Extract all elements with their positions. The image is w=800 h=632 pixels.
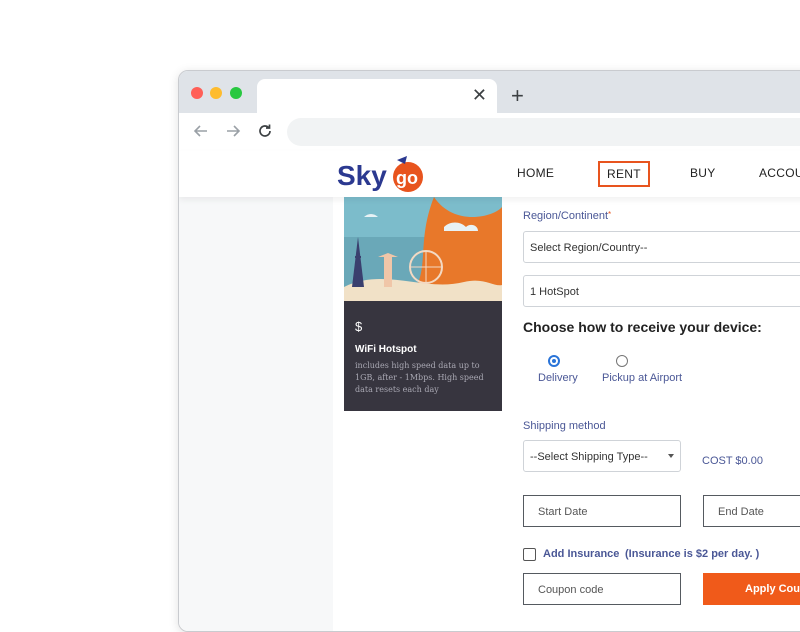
logo-sky-text: Sky [337, 160, 387, 191]
region-select-value: Select Region/Country-- [530, 242, 648, 254]
insurance-checkbox[interactable] [523, 548, 536, 561]
shipping-method-label: Shipping method [523, 420, 606, 432]
hotspot-quantity-value: 1 HotSpot [530, 286, 579, 298]
region-select[interactable]: Select Region/Country-- [523, 231, 800, 263]
reload-icon[interactable] [255, 121, 275, 141]
start-date-placeholder: Start Date [538, 506, 588, 518]
shipping-type-select[interactable]: --Select Shipping Type-- [523, 440, 681, 472]
site-header: Sky go HOME RENT BUY ACCOUNT [179, 151, 800, 197]
cost-display: COST $0.00 [702, 455, 763, 467]
browser-toolbar [179, 113, 800, 152]
required-mark: * [608, 210, 612, 219]
travel-landmarks-image [344, 197, 502, 301]
hotspot-quantity-field[interactable]: 1 HotSpot [523, 275, 800, 307]
delivery-radio[interactable] [548, 355, 560, 367]
card-price: $ [355, 319, 363, 334]
product-card: $ WiFi Hotspot includes high speed data … [344, 197, 502, 411]
end-date-input[interactable]: End Date [703, 495, 800, 527]
nav-rent[interactable]: RENT [598, 161, 650, 187]
nav-account[interactable]: ACCOUNT [759, 166, 800, 180]
delivery-option-label[interactable]: Delivery [538, 372, 578, 384]
close-tab-icon[interactable]: ✕ [472, 85, 487, 105]
shipping-type-value: --Select Shipping Type-- [530, 451, 648, 463]
coupon-code-input[interactable]: Coupon code [523, 573, 681, 605]
browser-tab[interactable]: ✕ [257, 79, 497, 113]
receive-method-heading: Choose how to receive your device: [523, 319, 762, 335]
minimize-window-dot[interactable] [210, 87, 222, 99]
new-tab-icon[interactable]: + [511, 85, 524, 107]
forward-arrow-icon[interactable] [223, 121, 243, 141]
pickup-option-label[interactable]: Pickup at Airport [602, 372, 682, 384]
browser-window: ✕ + Sky go HOME RENT BUY ACCOUNT [178, 70, 800, 632]
content-panel: $ WiFi Hotspot includes high speed data … [333, 197, 800, 631]
dropdown-caret-icon [668, 454, 674, 458]
insurance-note: (Insurance is $2 per day. ) [625, 548, 760, 560]
back-arrow-icon[interactable] [191, 121, 211, 141]
nav-home[interactable]: HOME [517, 166, 554, 180]
skygo-logo[interactable]: Sky go [335, 151, 431, 197]
page-body: $ WiFi Hotspot includes high speed data … [179, 197, 800, 631]
coupon-placeholder: Coupon code [538, 584, 604, 596]
close-window-dot[interactable] [191, 87, 203, 99]
maximize-window-dot[interactable] [230, 87, 242, 99]
logo-go-text: go [396, 168, 418, 188]
region-label-text: Region/Continent [523, 210, 609, 222]
pickup-radio[interactable] [616, 355, 628, 367]
address-bar[interactable] [287, 118, 800, 146]
nav-buy[interactable]: BUY [690, 166, 716, 180]
card-description: includes high speed data up to 1GB, afte… [355, 361, 484, 394]
start-date-input[interactable]: Start Date [523, 495, 681, 527]
end-date-placeholder: End Date [718, 506, 764, 518]
card-title: WiFi Hotspot [355, 344, 417, 355]
insurance-label[interactable]: Add Insurance [543, 548, 619, 560]
apply-coupon-button[interactable]: Apply Coupon [703, 573, 800, 605]
tab-bar: ✕ + [179, 71, 800, 113]
region-label: Region/Continent* [523, 210, 611, 222]
